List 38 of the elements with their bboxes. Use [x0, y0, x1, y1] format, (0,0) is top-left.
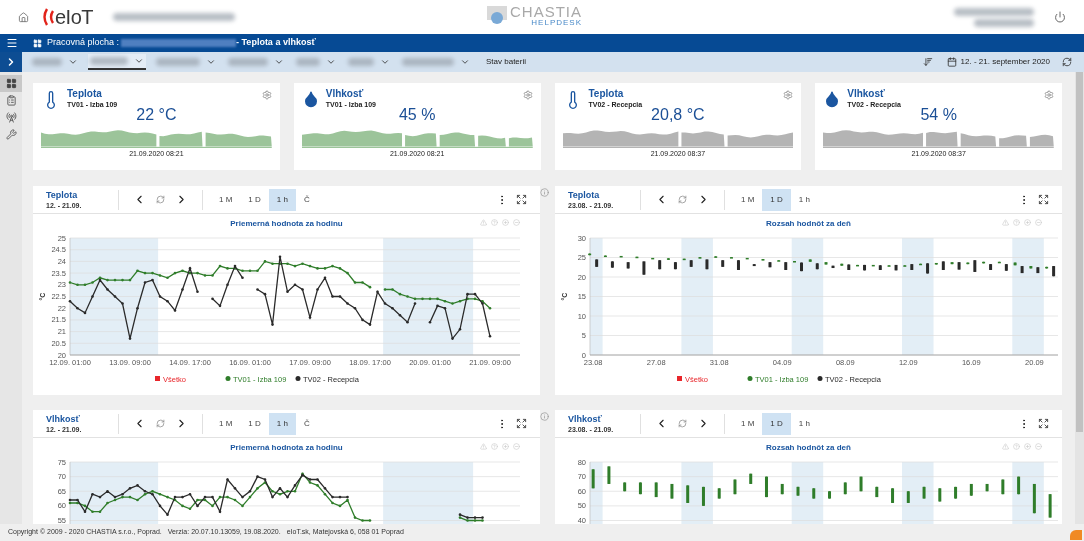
battery-status-link[interactable]: Stav baterii [486, 56, 527, 68]
chart-heading: Rozsah hodnôt za deň [766, 442, 851, 454]
chart-title: Vlhkosť [568, 413, 603, 425]
period-tab[interactable]: 1 h [268, 412, 296, 435]
period-tab[interactable]: 1 D [240, 412, 269, 435]
chart-heading: Rozsah hodnôt za deň [766, 218, 851, 230]
logo[interactable]: eIoT [41, 7, 94, 27]
chart-heading: Priemerná hodnota za hodinu [230, 442, 343, 454]
workspace-label: Pracovná plocha : [47, 36, 120, 50]
period-tab[interactable]: 1 h [790, 412, 818, 435]
period-tab[interactable]: 1 M [211, 188, 241, 211]
period-tab[interactable]: 1 M [733, 188, 763, 211]
sensor-value: 45 % [398, 106, 436, 124]
card-title: Vlhkosť [847, 88, 886, 100]
period-tab[interactable]: 1 M [733, 412, 763, 435]
sensor-value: 22 °C [136, 106, 177, 124]
brand-subtitle: HELPDESK [531, 19, 582, 27]
sensor-value: 20,8 °C [651, 106, 705, 124]
period-tab[interactable]: 1 D [762, 188, 791, 211]
sensor-value: 54 % [920, 106, 957, 124]
period-tab[interactable]: 1 D [762, 412, 791, 435]
card-title: Teplota [588, 88, 625, 100]
period-tab[interactable]: 1 M [211, 412, 241, 435]
period-tab[interactable]: 1 h [268, 188, 296, 211]
card-title: Teplota [67, 88, 103, 100]
chart-heading: Priemerná hodnota za hodinu [230, 218, 343, 230]
chart-title: Teplota [568, 189, 601, 201]
brand-name: CHASTIA [510, 5, 582, 19]
page-title: - Teplota a vlhkosť [236, 36, 316, 50]
logo-text: eIoT [55, 7, 94, 27]
period-tab[interactable]: Č [295, 412, 318, 435]
period-tab[interactable]: 1 h [790, 188, 818, 211]
chart-title: Vlhkosť [46, 413, 81, 425]
date-range[interactable]: 12. - 21. september 2020 [960, 56, 1050, 68]
period-tab[interactable]: 1 D [240, 188, 269, 211]
period-tab[interactable]: Č [295, 188, 318, 211]
card-title: Vlhkosť [325, 88, 365, 100]
chart-title: Teplota [46, 189, 79, 201]
